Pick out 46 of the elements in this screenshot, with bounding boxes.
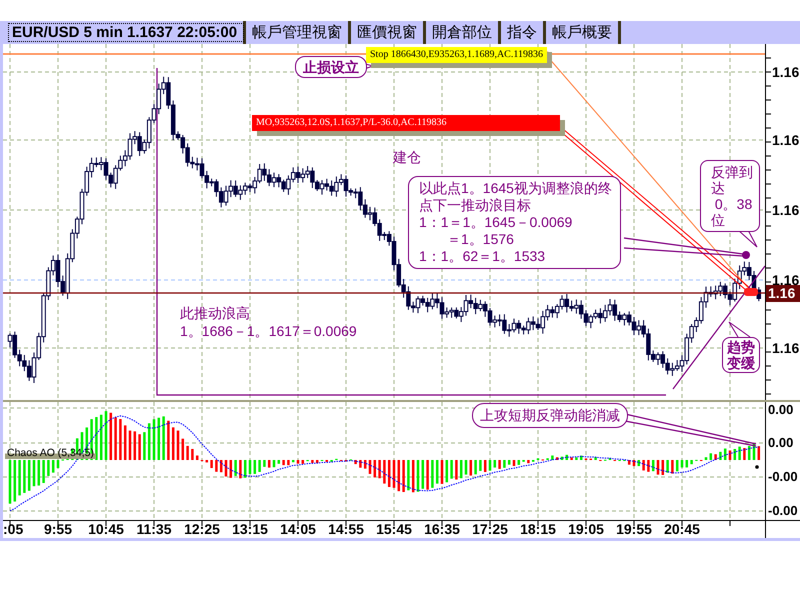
annotation-callout: 止损设立	[295, 56, 367, 78]
time-axis-label: 20:45	[664, 521, 700, 537]
callout-pointer-line	[728, 322, 750, 338]
annotation-callout: 趋势 变缓	[722, 337, 760, 373]
annotation-callout: 反弹到 达 0。38 位	[700, 160, 760, 232]
stop-order-label: Stop 1866430,E935263,1.1689,AC.119836	[366, 47, 552, 68]
tab[interactable]: 帳戶管理視窗	[246, 21, 352, 44]
price-axis-label: 1.16	[772, 132, 800, 148]
time-axis-label: 9:55	[44, 521, 72, 537]
indicator-axis-label: 0.00	[768, 435, 794, 451]
current-price-label: 1.16	[766, 285, 800, 302]
tab[interactable]: EUR/USD 5 min 1.1637 22:05:00	[6, 21, 246, 44]
order-marker-icon	[744, 288, 758, 296]
annotation-text: 建仓	[393, 149, 421, 165]
time-axis-label: 19:55	[616, 521, 652, 537]
annotation-text: 此推动浪高 1。1686－1。1617＝0.0069	[180, 304, 357, 340]
price-axis-label: 1.16	[772, 340, 800, 356]
point-marker-icon	[742, 251, 750, 259]
time-axis-label: 19:05	[568, 521, 604, 537]
tab[interactable]: 指令	[501, 21, 546, 44]
time-axis-label: 14:55	[328, 521, 364, 537]
time-axis-label: 18:15	[520, 521, 556, 537]
tab[interactable]: 開倉部位	[426, 21, 502, 44]
tab[interactable]: 匯價視窗	[351, 21, 426, 44]
price-axis-label: 1.16	[772, 272, 800, 288]
tab[interactable]: 帳戶概要	[546, 21, 622, 44]
market-order-label: MO,935263,12.0S,1.1637,P/L-36.0,AC.119836	[252, 115, 565, 136]
indicator-axis-label: -0.00	[768, 503, 798, 519]
point-marker-icon	[755, 465, 759, 469]
price-axis-label: 1.16	[772, 202, 800, 218]
time-axis-label: 16:35	[424, 521, 460, 537]
time-axis-label: 11:35	[136, 521, 172, 537]
time-axis-label: 17:25	[472, 521, 508, 537]
time-axis-label: 12:25	[184, 521, 220, 537]
indicator-axis-label: -0.00	[768, 469, 798, 485]
indicator-axis-label: 0.00	[768, 402, 794, 418]
time-axis-label: 13:15	[232, 521, 268, 537]
time-axis-label: 10:45	[88, 521, 124, 537]
annotation-callout: 上攻短期反弹动能消减	[472, 403, 628, 428]
time-axis-label: :05	[3, 521, 24, 537]
annotation-callout: 以此点1。1645视为调整浪的终 点下一推动浪目标 1：1＝1。1645－0.0069 ＝1。1576 1：1。62＝1。1533	[408, 176, 621, 269]
price-axis-label: 1.16	[772, 64, 800, 80]
time-axis-label: 15:45	[376, 521, 412, 537]
time-axis-label: 14:05	[280, 521, 316, 537]
indicator-title: Chaos AO (5,34,5)	[5, 447, 96, 459]
callout-pointer-line	[738, 230, 758, 248]
